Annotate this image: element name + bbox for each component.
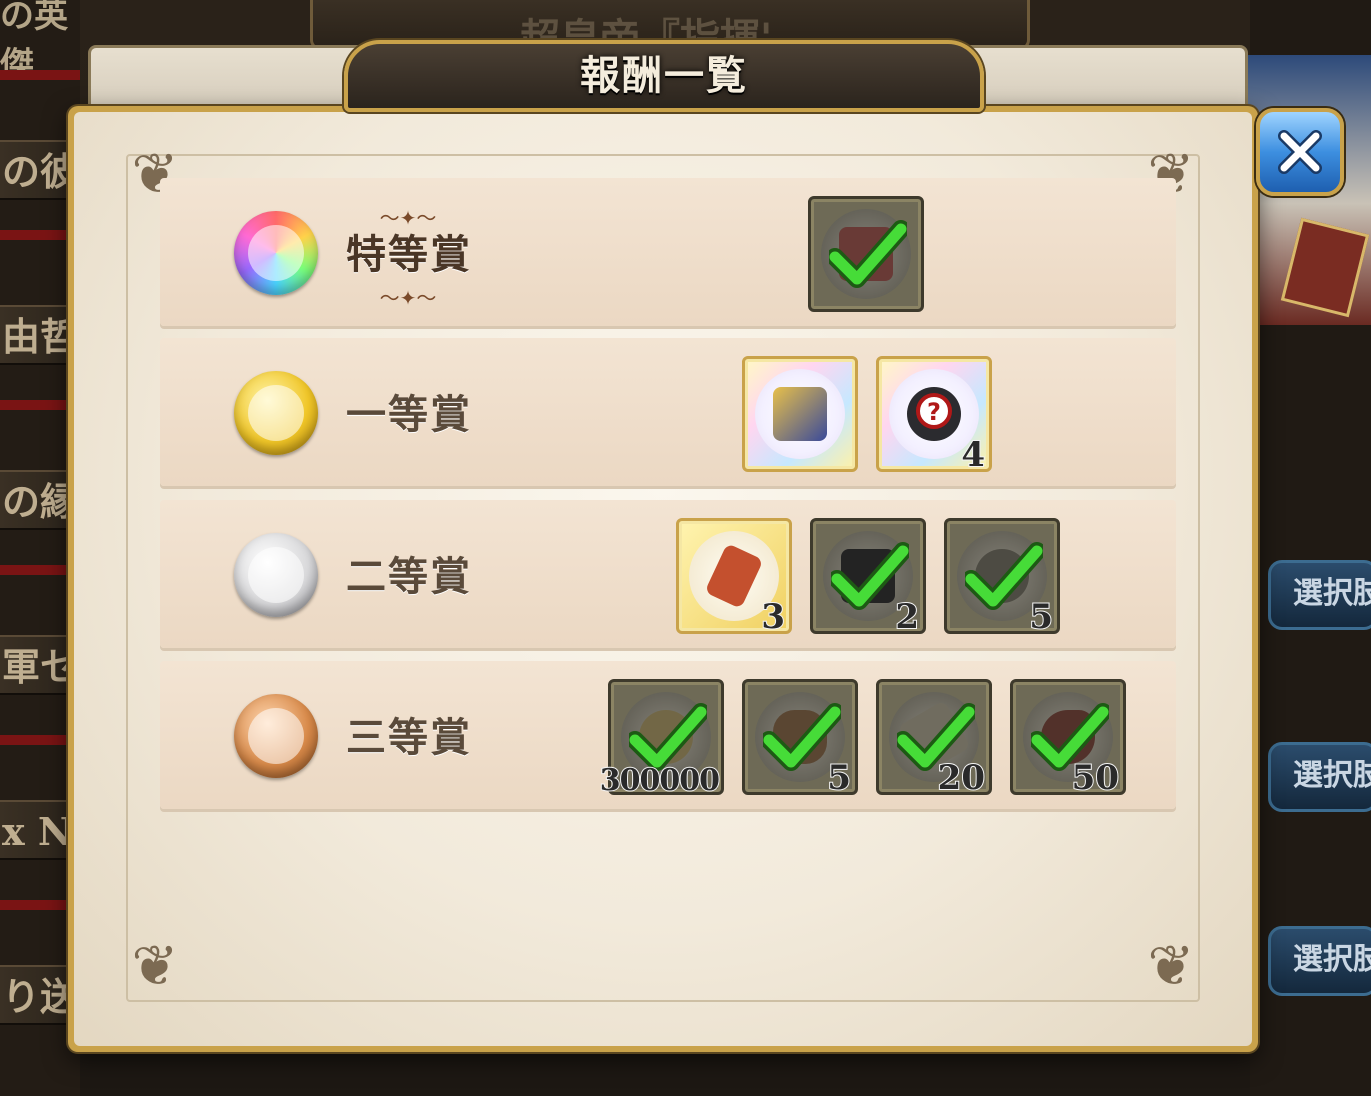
corner-ornament-icon: ❦ [131, 934, 179, 999]
check-icon [629, 703, 707, 771]
item-count: 300000 [599, 762, 721, 799]
gold-medal-icon [234, 371, 318, 455]
reward-item-treasure-chest[interactable] [742, 356, 858, 472]
close-icon [1278, 130, 1322, 174]
reward-item-scroll-ticket[interactable]: 20 [876, 679, 992, 799]
check-icon [829, 220, 907, 288]
prize-row-third: 三等賞 300000 5 20 50 [160, 661, 1176, 809]
reward-item-burger[interactable]: 5 [742, 679, 858, 799]
corner-ornament-icon: ❦ [1147, 934, 1195, 999]
modal-title-plate: 報酬一覧 [344, 40, 984, 112]
item-count: 20 [937, 757, 986, 799]
reward-list-modal: ❦ ❦ ❦ ❦ 〜✦〜 特等賞 〜✦〜 一等賞 ? 4 二等賞 3 2 5 三等… [68, 106, 1258, 1052]
svg-text:?: ? [927, 398, 941, 426]
reward-item-dark-crest[interactable]: 2 [810, 518, 926, 638]
ornament-bottom-icon: 〜✦〜 [379, 286, 437, 310]
reward-item-card-bundle[interactable] [808, 196, 924, 312]
prize-row-second: 二等賞 3 2 5 [160, 500, 1176, 648]
item-count: 5 [1028, 596, 1054, 638]
reward-item-ornate-ring[interactable]: 5 [944, 518, 1060, 638]
close-button[interactable] [1256, 108, 1344, 196]
prize-row-first: 一等賞 ? 4 [160, 338, 1176, 486]
rank-label: 三等賞 [346, 714, 472, 761]
reward-items [808, 196, 924, 312]
select-button[interactable]: 選択肢 [1268, 926, 1371, 996]
left-strip [0, 70, 80, 80]
reward-items: 3 2 5 [676, 518, 1060, 638]
modal-body: ❦ ❦ ❦ ❦ 〜✦〜 特等賞 〜✦〜 一等賞 ? 4 二等賞 3 2 5 三等… [74, 112, 1252, 1046]
treasure-chest-icon [755, 369, 845, 459]
item-count: 5 [826, 757, 852, 799]
silver-medal-icon [234, 533, 318, 617]
item-count: 3 [760, 596, 786, 638]
reward-item-golden-ticket[interactable]: 3 [676, 518, 792, 638]
reward-item-meat[interactable]: 50 [1010, 679, 1126, 799]
rainbow-medal-icon [234, 211, 318, 295]
select-button[interactable]: 選択肢 [1268, 560, 1371, 630]
bronze-medal-icon [234, 694, 318, 778]
item-count: 2 [894, 596, 920, 638]
item-count: 50 [1071, 757, 1120, 799]
ornament-top-icon: 〜✦〜 [379, 206, 437, 230]
reward-item-coin-pile[interactable]: 300000 [599, 679, 724, 799]
reward-items: 300000 5 20 50 [599, 679, 1126, 799]
rank-label: 一等賞 [346, 391, 472, 438]
prize-row-special: 〜✦〜 特等賞 〜✦〜 [160, 178, 1176, 326]
rank-label: 二等賞 [346, 553, 472, 600]
select-button[interactable]: 選択肢 [1268, 742, 1371, 812]
reward-item-mystery-crest[interactable]: ? 4 [876, 356, 992, 476]
rank-label: 特等賞 [346, 231, 472, 278]
modal-title: 報酬一覧 [580, 52, 748, 99]
reward-items: ? 4 [742, 356, 992, 476]
item-count: 4 [960, 434, 986, 476]
